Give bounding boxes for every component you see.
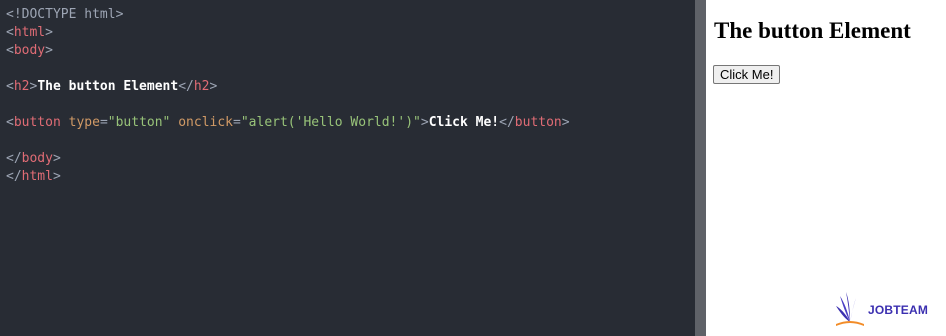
code-line: </html> — [6, 168, 695, 186]
code-token: < — [6, 79, 14, 94]
code-token: = — [99, 115, 108, 130]
code-token: </ — [6, 169, 22, 184]
code-token: h2 — [13, 79, 30, 94]
code-token: body — [13, 43, 46, 58]
code-line: </body> — [6, 150, 695, 168]
code-token: body — [21, 151, 53, 166]
code-token: < — [6, 115, 14, 130]
book-leaves-icon — [836, 292, 864, 326]
code-token: button — [514, 115, 562, 130]
jobteam-logo: JOBTEAM — [832, 288, 932, 328]
code-line: <!DOCTYPE html> — [6, 6, 695, 24]
code-token: html — [21, 169, 53, 184]
logo-text: JOBTEAM — [868, 303, 929, 317]
code-editor[interactable]: <!DOCTYPE html> <html> <body> <h2>The butto… — [0, 0, 695, 336]
code-token: > — [561, 115, 570, 130]
pane-divider[interactable] — [695, 0, 706, 336]
code-token: = — [233, 115, 241, 130]
code-line: <button type="button" onclick="alert('He… — [6, 114, 695, 132]
code-token: < — [6, 25, 14, 40]
code-token: </ — [499, 115, 515, 130]
code-token: Click Me! — [428, 115, 500, 130]
code-token: The button Element — [37, 79, 179, 94]
code-line: <body> — [6, 42, 695, 60]
result-heading: The button Element — [714, 18, 911, 43]
code-token: type — [60, 115, 100, 130]
code-token: > — [45, 25, 53, 40]
code-token: onclick — [170, 115, 234, 130]
code-line: <h2>The button Element</h2> — [6, 78, 695, 96]
click-me-button[interactable]: Click Me! — [713, 65, 781, 84]
code-token: > — [209, 79, 218, 94]
code-token: "button" — [107, 115, 171, 130]
code-token: <!DOCTYPE html> — [6, 7, 124, 22]
code-token: < — [6, 43, 14, 58]
code-token: h2 — [193, 79, 210, 94]
code-token: > — [52, 151, 61, 166]
code-token: > — [45, 43, 53, 58]
code-token: button — [13, 115, 61, 130]
code-token: </ — [178, 79, 194, 94]
code-token: </ — [6, 151, 22, 166]
code-token: > — [52, 169, 61, 184]
code-token: html — [13, 25, 46, 40]
code-line: <html> — [6, 24, 695, 42]
code-token: "alert('Hello World!')" — [240, 115, 421, 130]
code-token: > — [420, 115, 429, 130]
result-pane: The button Element Click Me! — [706, 0, 946, 336]
